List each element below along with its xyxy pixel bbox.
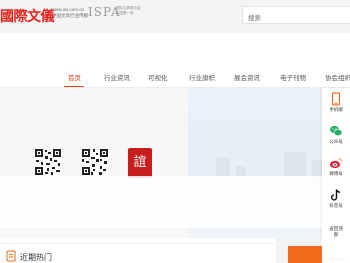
- tag-icon: [6, 250, 16, 262]
- logo-right-text: 国际文具联合会 中国第一家: [116, 6, 141, 15]
- logo-right-line1: 国际文具联合会: [116, 6, 141, 10]
- nav-item-industry-news[interactable]: 行业资讯: [104, 72, 130, 82]
- sidebar-item-mobile[interactable]: 手机端: [322, 92, 350, 113]
- logo-right-line2: 中国第一家: [116, 10, 134, 15]
- sidebar-label-weibo: 微博号: [329, 171, 343, 176]
- sidebar-label-mobile: 手机端: [329, 107, 343, 112]
- search-input[interactable]: [243, 10, 350, 27]
- nav-item-association[interactable]: 协会组织: [325, 72, 350, 82]
- nav-item-visualization[interactable]: 可视化: [148, 72, 168, 82]
- qr-code-left: [34, 148, 62, 176]
- nav-item-home[interactable]: 首页: [68, 72, 81, 82]
- qr-code-right: [81, 148, 109, 176]
- weibo-icon: [330, 158, 342, 169]
- orange-accent-block: [288, 246, 322, 263]
- sidebar-item-douyin[interactable]: 抖音号: [322, 188, 350, 209]
- wechat-icon: [330, 125, 343, 137]
- building-shape: [216, 158, 230, 178]
- hero-banner: 誼: [0, 88, 350, 238]
- header-bar: 國際文儀 www.iss.com.cn 中国文具行业传媒 ISPA 国际文具联合…: [0, 0, 350, 33]
- phone-icon: [331, 92, 341, 106]
- sidebar-label-wechat: 公众号: [329, 139, 343, 144]
- logo-tagline: 中国文具行业传媒: [52, 13, 88, 18]
- sidebar-item-wechat[interactable]: 公众号: [322, 124, 350, 145]
- site-logo[interactable]: 國際文儀: [0, 6, 55, 26]
- nav-item-expo-news[interactable]: 展会资讯: [234, 72, 260, 82]
- douyin-icon: [331, 189, 341, 201]
- search-box: [242, 6, 350, 27]
- sidebar-item-weibo[interactable]: 微博号: [322, 156, 350, 177]
- sidebar-item-back-to-top[interactable]: 返回顶部: [322, 226, 350, 238]
- hot-section-header: 近期热门: [0, 243, 275, 263]
- floating-sidebar: 手机端 公众号 微博号 抖音号 返回顶部: [322, 88, 350, 258]
- building-shape: [284, 152, 306, 178]
- hot-section-title: 近期热门: [20, 253, 52, 262]
- banner-lower-overlay: [0, 176, 350, 228]
- logo-subtitle: www.iss.com.cn 中国文具行业传媒: [52, 7, 88, 19]
- seal-logo: 誼: [128, 148, 152, 178]
- sidebar-label-douyin: 抖音号: [329, 203, 343, 208]
- nav-item-industry-flag[interactable]: 行业旗帜: [189, 72, 215, 82]
- sidebar-label-back-to-top: 返回顶部: [329, 226, 343, 237]
- nav-item-e-journal[interactable]: 电子刊物: [280, 72, 306, 82]
- main-nav: 首页 行业资讯 可视化 行业旗帜 展会资讯 电子刊物 协会组织: [0, 72, 350, 86]
